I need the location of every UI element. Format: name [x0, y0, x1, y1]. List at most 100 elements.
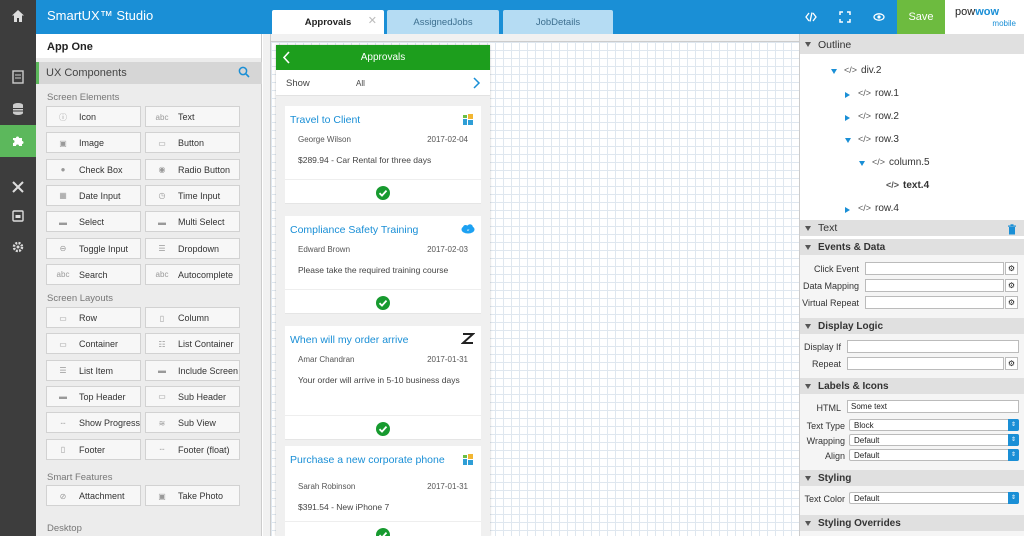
- component-icon[interactable]: ⓘ Icon: [46, 106, 141, 127]
- outline-node[interactable]: </> row.2: [858, 111, 899, 122]
- code-tag-icon: </>: [858, 111, 872, 121]
- preview-eye-icon[interactable]: [862, 0, 896, 34]
- collapse-icon[interactable]: [859, 161, 865, 166]
- component-multi-select[interactable]: ▬ Multi Select: [145, 211, 240, 233]
- chevron-right-icon[interactable]: [471, 76, 481, 90]
- outline-header[interactable]: Outline: [800, 34, 1024, 54]
- component-select[interactable]: ▬ Select: [46, 211, 141, 233]
- search-icon[interactable]: [238, 66, 250, 78]
- html-field[interactable]: Some text: [847, 400, 1019, 413]
- text-type-select[interactable]: Block ⇕: [849, 419, 1019, 431]
- approve-check-icon[interactable]: [376, 296, 390, 310]
- component-autocomplete[interactable]: abc Autocomplete: [145, 263, 240, 285]
- save-button[interactable]: Save: [897, 0, 945, 34]
- gear-icon[interactable]: ⚙: [1005, 279, 1018, 292]
- outline-node[interactable]: </> text.4: [886, 180, 929, 191]
- tab-jobdetails[interactable]: JobDetails: [503, 10, 613, 34]
- component-date-input[interactable]: ▦ Date Input: [46, 184, 141, 206]
- select-arrows-icon: ⇕: [1008, 492, 1019, 504]
- component-image[interactable]: ▣ Image: [46, 132, 141, 154]
- database-icon[interactable]: [0, 93, 36, 125]
- component-sub-view[interactable]: ≋ Sub View: [145, 412, 240, 434]
- approve-check-icon[interactable]: [376, 528, 390, 536]
- styling-overrides-header[interactable]: Styling Overrides: [800, 515, 1024, 531]
- outline-node[interactable]: </> div.2: [844, 65, 881, 76]
- click-event-field[interactable]: [865, 262, 1004, 275]
- display-if-field[interactable]: [847, 340, 1019, 353]
- component-attachment[interactable]: ⊘ Attachment: [46, 485, 141, 506]
- labels-icons-header[interactable]: Labels & Icons: [800, 378, 1024, 394]
- tools-icon[interactable]: [0, 171, 36, 203]
- code-view-icon[interactable]: [794, 0, 828, 34]
- gear-icon[interactable]: ⚙: [1005, 296, 1018, 309]
- trash-icon[interactable]: [1007, 224, 1017, 235]
- approval-card[interactable]: Travel to Client George Wilson 2017-02-04 $…: [285, 106, 481, 204]
- back-arrow-icon[interactable]: [282, 51, 292, 64]
- puzzle-icon[interactable]: [0, 125, 36, 157]
- data-mapping-field[interactable]: [865, 279, 1004, 292]
- expand-icon[interactable]: [845, 207, 850, 213]
- gear-icon[interactable]: ⚙: [1005, 357, 1018, 370]
- wrapping-select[interactable]: Default ⇕: [849, 434, 1019, 446]
- approve-check-icon[interactable]: [376, 186, 390, 200]
- component-top-header[interactable]: ▬ Top Header: [46, 385, 141, 407]
- card-title[interactable]: Compliance Safety Training: [290, 224, 450, 236]
- component-radio-button[interactable]: ◉ Radio Button: [145, 158, 240, 180]
- component-row[interactable]: ▭ Row: [46, 307, 141, 328]
- outline-node[interactable]: </> row.1: [858, 88, 899, 99]
- text-color-select[interactable]: Default ⇕: [849, 492, 1019, 504]
- screens-icon[interactable]: [0, 61, 36, 93]
- component-container[interactable]: ▭ Container: [46, 333, 141, 355]
- tab-assignedjobs[interactable]: AssignedJobs: [387, 10, 499, 34]
- component-take-photo[interactable]: ▣ Take Photo: [145, 485, 240, 506]
- component-text[interactable]: abc Text: [145, 106, 240, 127]
- display-logic-header[interactable]: Display Logic: [800, 318, 1024, 334]
- virtual-repeat-field[interactable]: [865, 296, 1004, 309]
- component-sub-header[interactable]: ▭ Sub Header: [145, 385, 240, 407]
- component-time-input[interactable]: ◷ Time Input: [145, 184, 240, 206]
- component-button[interactable]: ▭ Button: [145, 132, 240, 154]
- approval-card[interactable]: Purchase a new corporate phone Sarah Robi…: [285, 446, 481, 536]
- component-footer[interactable]: ▯ Footer: [46, 438, 141, 460]
- align-select[interactable]: Default ⇕: [849, 449, 1019, 461]
- outline-title: Outline: [818, 39, 852, 51]
- component-show-progress[interactable]: ┄ Show Progress: [46, 412, 141, 434]
- component-check-box[interactable]: ● Check Box: [46, 158, 141, 180]
- component-toggle-input[interactable]: ⊖ Toggle Input: [46, 237, 141, 259]
- phone-preview[interactable]: Approvals Show All Travel to Client Georg…: [276, 45, 490, 536]
- preview-icon[interactable]: [0, 200, 36, 232]
- gear-icon[interactable]: ⚙: [1005, 262, 1018, 275]
- approve-check-icon[interactable]: [376, 422, 390, 436]
- component-include-screen[interactable]: ▬ Include Screen: [145, 359, 240, 381]
- styling-header[interactable]: Styling: [800, 470, 1024, 486]
- card-title[interactable]: Purchase a new corporate phone: [290, 454, 450, 466]
- expand-icon[interactable]: [845, 115, 850, 121]
- events-data-header[interactable]: Events & Data: [800, 239, 1024, 255]
- home-icon[interactable]: [0, 0, 36, 32]
- outline-node[interactable]: </> column.5: [872, 157, 930, 168]
- tab-close-icon[interactable]: ✕: [368, 14, 377, 27]
- component-dropdown[interactable]: ☰ Dropdown: [145, 237, 240, 259]
- collapse-icon[interactable]: [845, 138, 851, 143]
- tab-approvals[interactable]: Approvals ✕: [272, 10, 384, 34]
- card-title[interactable]: When will my order arrive: [290, 334, 450, 346]
- component-list-item[interactable]: ☰ List Item: [46, 359, 141, 381]
- outline-node-label: row.2: [875, 111, 899, 122]
- component-column[interactable]: ▯ Column: [145, 307, 240, 328]
- outline-node[interactable]: </> row.3: [858, 134, 899, 145]
- component-list-container[interactable]: ☷ List Container: [145, 333, 240, 355]
- show-filter-row[interactable]: Show All: [276, 70, 490, 96]
- approval-card[interactable]: Compliance Safety Training sf Edward Brown…: [285, 216, 481, 314]
- repeat-field[interactable]: [847, 357, 1004, 370]
- card-title[interactable]: Travel to Client: [290, 114, 450, 126]
- outline-node[interactable]: </> row.4: [858, 203, 899, 214]
- expand-icon[interactable]: [845, 92, 850, 98]
- approval-card[interactable]: When will my order arrive Amar Chandran 20…: [285, 326, 481, 440]
- settings-gear-icon[interactable]: [0, 231, 36, 263]
- collapse-icon[interactable]: [831, 69, 837, 74]
- component-footer-float[interactable]: ┄ Footer (float): [145, 438, 240, 460]
- card-divider: [285, 415, 481, 416]
- component-search[interactable]: abc Search: [46, 263, 141, 285]
- expand-icon[interactable]: [828, 0, 862, 34]
- card-desc: $289.94 - Car Rental for three days: [298, 155, 432, 165]
